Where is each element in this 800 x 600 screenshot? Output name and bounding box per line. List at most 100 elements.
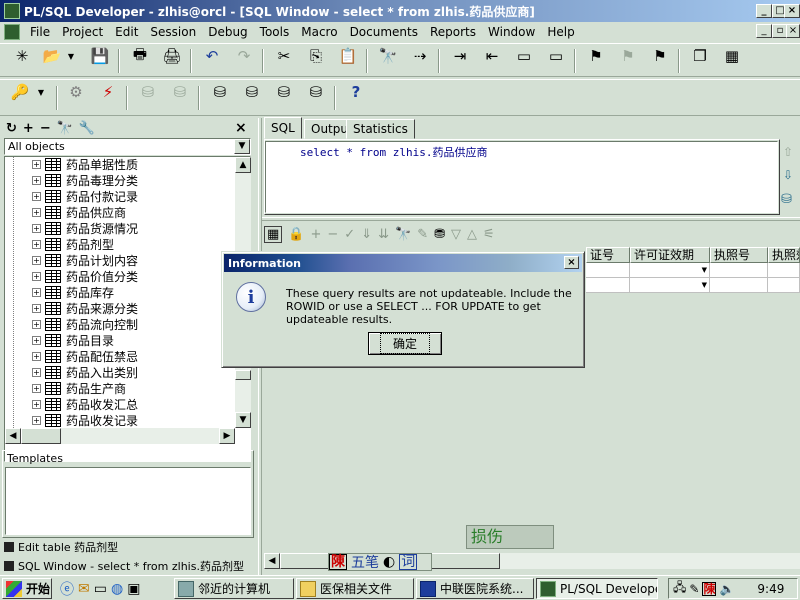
menu-session[interactable]: Session (144, 25, 202, 39)
tree-item[interactable]: + 药品货源情况 (32, 220, 138, 236)
query-by-example-icon[interactable]: 🔭 (395, 227, 411, 242)
moon-icon[interactable]: ◐ (383, 554, 395, 570)
tree-item[interactable]: + 药品单据性质 (32, 156, 138, 172)
media-icon[interactable]: ◍ (111, 581, 123, 597)
start-button[interactable]: 开始 (2, 578, 52, 599)
menu-tools[interactable]: Tools (254, 25, 296, 39)
expand-icon[interactable]: + (32, 335, 41, 345)
tab-statistics[interactable]: Statistics (346, 119, 415, 139)
windows-list-icon[interactable]: ❐ (688, 44, 712, 68)
cell-dropdown-icon[interactable]: ▼ (702, 266, 707, 274)
menu-window[interactable]: Window (482, 25, 541, 39)
expand-icon[interactable]: + (32, 191, 41, 201)
db-session-icon[interactable]: ⛁ (272, 80, 296, 104)
sql-icon[interactable]: ⛁ (240, 80, 264, 104)
tree-item[interactable]: + 药品库存 (32, 284, 114, 300)
expand-icon[interactable]: + (32, 175, 41, 185)
object-filter-select[interactable]: All objects ▼ (4, 138, 251, 155)
tray-pen-icon[interactable]: ✎ (689, 582, 699, 596)
ok-button[interactable]: 确定 (368, 332, 442, 355)
tree-item[interactable]: + 药品毒理分类 (32, 172, 138, 188)
cut-icon[interactable]: ✂ (272, 44, 296, 68)
menu-project[interactable]: Project (56, 25, 109, 39)
execute-db-icon[interactable]: ⛁ (781, 192, 799, 210)
menu-edit[interactable]: Edit (109, 25, 144, 39)
save-icon[interactable]: 💾 (88, 44, 112, 68)
dialog-close-button[interactable]: × (564, 256, 579, 269)
window-list-item[interactable]: SQL Window - select * from zlhis.药品剂型 (4, 557, 254, 574)
desktop-icon[interactable]: ▭ (94, 581, 107, 597)
remove-icon[interactable]: − (40, 121, 51, 136)
tray-volume-icon[interactable]: 🔈 (719, 582, 734, 596)
tree-item[interactable]: + 药品生产商 (32, 380, 126, 396)
ime-candidate-box[interactable]: 损伤 (466, 525, 554, 549)
expand-icon[interactable]: + (32, 351, 41, 361)
grid-column-header[interactable]: 证号 (586, 247, 630, 263)
expand-icon[interactable]: + (32, 367, 41, 377)
menu-debug[interactable]: Debug (202, 25, 253, 39)
expand-icon[interactable]: + (32, 383, 41, 393)
fetch-last-icon[interactable]: ⇊ (378, 227, 389, 242)
tree-horizontal-scrollbar[interactable]: ◀ ▶ (5, 428, 235, 444)
insert-record-icon[interactable]: + (310, 227, 321, 242)
tab-sql[interactable]: SQL (264, 117, 302, 139)
scroll-thumb[interactable] (235, 370, 251, 380)
delete-record-icon[interactable]: − (327, 227, 338, 242)
tree-item[interactable]: + 药品付款记录 (32, 188, 138, 204)
expand-icon[interactable]: + (32, 223, 41, 233)
refresh-icon[interactable]: ↻ (6, 121, 17, 136)
tree-item[interactable]: + 药品剂型 (32, 236, 114, 252)
close-window-button[interactable]: × (784, 4, 800, 18)
fetch-next-icon[interactable]: ⇓ (361, 227, 372, 242)
editor-grid-splitter[interactable] (262, 217, 800, 221)
taskbar-button-active[interactable]: PL/SQL Develope... (536, 578, 658, 599)
mdi-child-icon[interactable] (4, 24, 20, 40)
grid-cell[interactable] (768, 263, 800, 278)
tree-item[interactable]: + 药品收发记录 (32, 412, 138, 428)
grid-select-icon[interactable]: ▦ (264, 225, 283, 243)
bookmark-icon[interactable]: ⚑ (584, 44, 608, 68)
scroll-up-icon[interactable]: ▲ (235, 157, 251, 173)
ime-logo-icon[interactable]: 陳 (329, 554, 347, 570)
outlook-icon[interactable]: ✉ (78, 581, 90, 597)
sort-down-icon[interactable]: ▽ (451, 227, 461, 242)
print-setup-icon[interactable]: 🖨 (160, 44, 184, 68)
new-icon[interactable]: ✳ (10, 44, 34, 68)
redo-icon[interactable]: ↷ (232, 44, 256, 68)
db-connect-icon[interactable]: ⛁ (208, 80, 232, 104)
break-icon[interactable]: ⚡ (96, 80, 120, 104)
tray-network-icon[interactable]: 🖧 (673, 578, 686, 599)
help-icon[interactable]: ? (344, 80, 368, 104)
menu-reports[interactable]: Reports (424, 25, 482, 39)
minimize-button[interactable]: _ (756, 4, 772, 18)
expand-icon[interactable]: + (32, 319, 41, 329)
grid-column-header[interactable]: 执照效 (768, 247, 800, 263)
tile-windows-icon[interactable]: ▦ (720, 44, 744, 68)
logon-dropdown-icon[interactable]: ▼ (34, 80, 48, 104)
menu-file[interactable]: File (24, 25, 56, 39)
expand-icon[interactable]: + (32, 415, 41, 425)
comment-icon[interactable]: ▭ (512, 44, 536, 68)
templates-list[interactable] (5, 467, 251, 535)
tree-item[interactable]: + 药品配伍禁忌 (32, 348, 138, 364)
find-object-icon[interactable]: 🔭 (57, 121, 73, 136)
bookmark-prev-icon[interactable]: ⚑ (616, 44, 640, 68)
menu-help[interactable]: Help (541, 25, 580, 39)
clear-icon[interactable]: ✎ (417, 227, 428, 242)
grid-cell[interactable] (710, 263, 768, 278)
taskbar-button[interactable]: 医保相关文件 (296, 578, 414, 599)
scroll-left-icon[interactable]: ◀ (5, 428, 21, 444)
expand-icon[interactable]: + (32, 159, 41, 169)
tree-item[interactable]: + 药品计划内容 (32, 252, 138, 268)
undo-icon[interactable]: ↶ (200, 44, 224, 68)
scroll-up-arrow-icon[interactable]: ⇧ (783, 145, 793, 159)
execute-gear-icon[interactable]: ⚙ (64, 80, 88, 104)
scroll-down-arrow-icon[interactable]: ⇩ (783, 168, 793, 182)
bookmark-next-icon[interactable]: ⚑ (648, 44, 672, 68)
open-folder-icon[interactable]: 📂 (40, 44, 64, 68)
mdi-close-button[interactable]: × (786, 24, 800, 38)
close-browser-icon[interactable]: × (235, 120, 247, 136)
tree-item[interactable]: + 药品价值分类 (32, 268, 138, 284)
uncomment-icon[interactable]: ▭ (544, 44, 568, 68)
tray-ime-icon[interactable]: 陳 (702, 581, 717, 596)
